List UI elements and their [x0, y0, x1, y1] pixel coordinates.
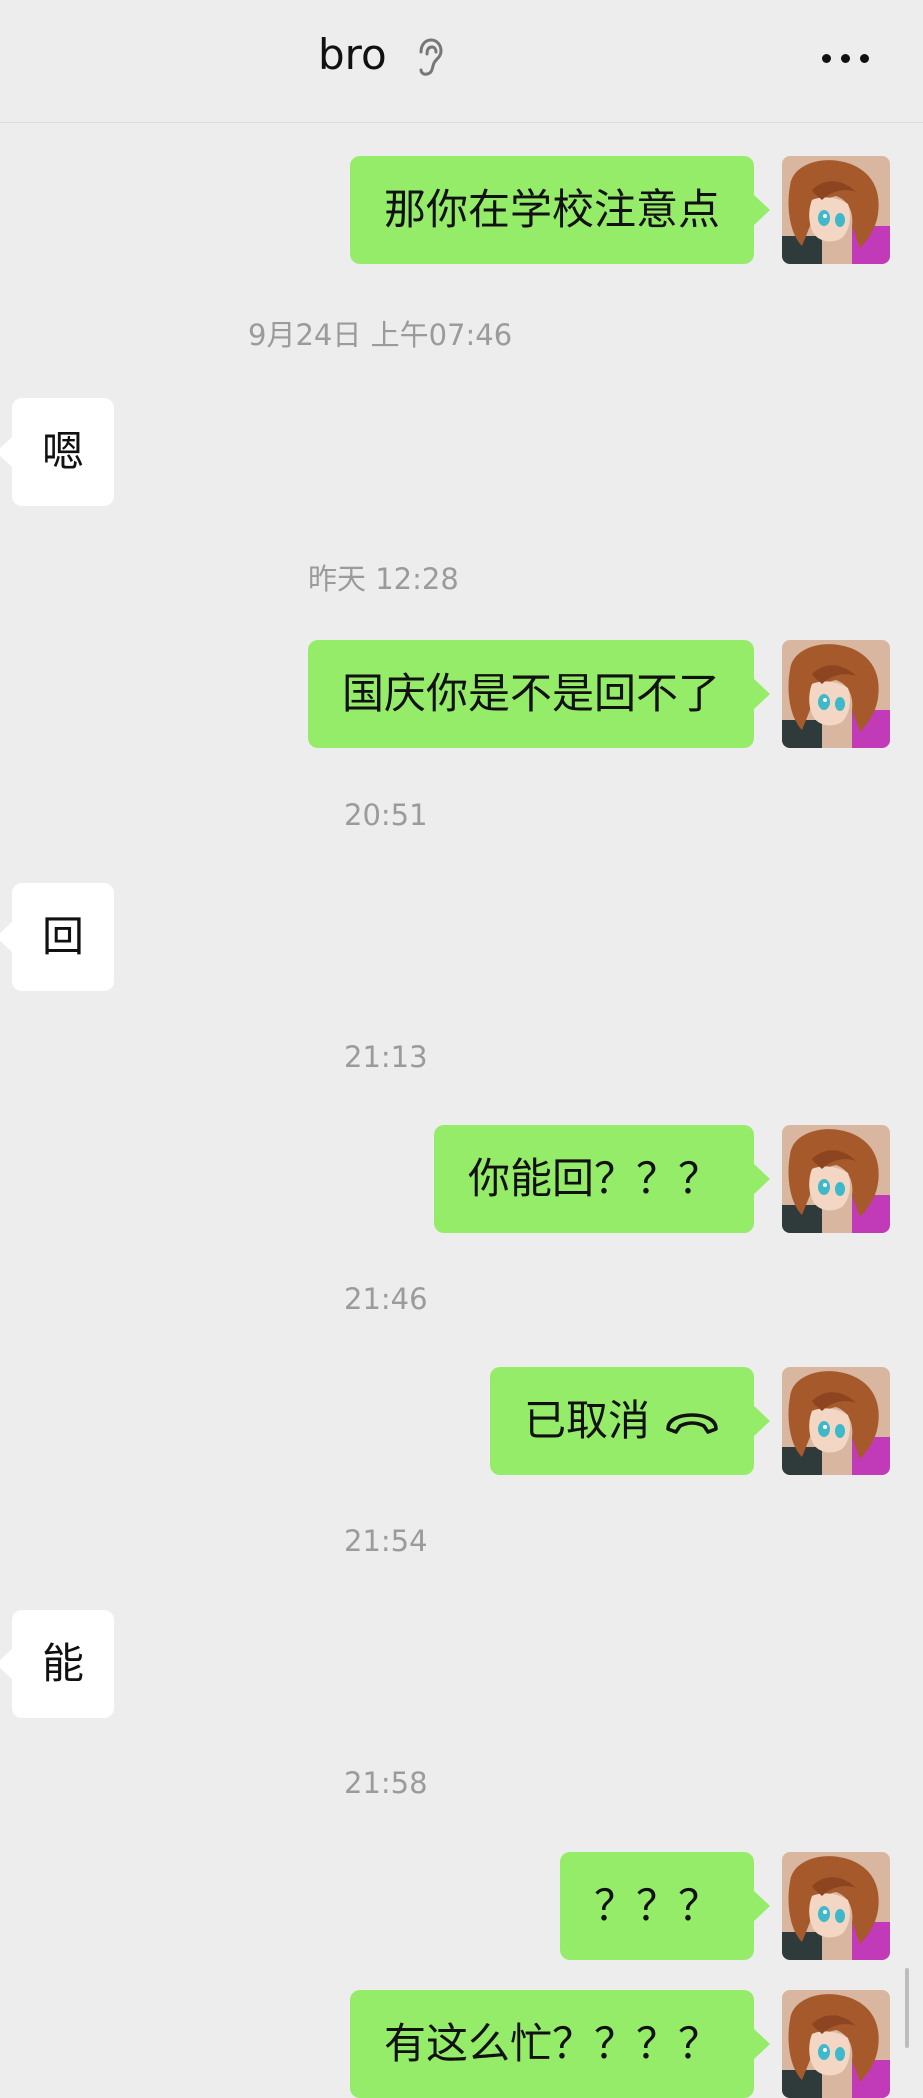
avatar[interactable] [782, 1367, 890, 1475]
outgoing-message[interactable]: 有这么忙？？？？ [349, 1990, 771, 2098]
outgoing-message[interactable]: 你能回？？？ [433, 1125, 771, 1233]
timestamp: 21:54 [344, 1524, 428, 1558]
message-text: 有这么忙？？？？ [383, 2019, 720, 2068]
scrollbar[interactable] [905, 1968, 909, 2048]
timestamp: 21:46 [344, 1282, 428, 1316]
phone-hangup-icon [666, 1412, 718, 1434]
message-text: 回 [42, 912, 85, 961]
ear-icon [419, 38, 443, 76]
timestamp: 9月24日 上午07:46 [248, 318, 513, 352]
incoming-message[interactable]: 回 [0, 883, 115, 991]
chat-title[interactable]: bro [318, 30, 387, 79]
message-text: 你能回？？？ [467, 1154, 720, 1203]
message-text: ？？？ [593, 1881, 720, 1930]
canceled-call-message[interactable]: 已取消 [489, 1367, 771, 1475]
timestamp: 21:58 [344, 1766, 428, 1800]
timestamp: 20:51 [344, 798, 428, 832]
timestamp: 昨天 12:28 [308, 562, 459, 596]
timestamp: 21:13 [344, 1040, 428, 1074]
incoming-message[interactable]: 嗯 [0, 398, 115, 506]
avatar[interactable] [782, 640, 890, 748]
chat-header: bro [0, 0, 923, 123]
outgoing-message[interactable]: 国庆你是不是回不了 [307, 640, 771, 748]
avatar[interactable] [782, 156, 890, 264]
avatar[interactable] [782, 1990, 890, 2098]
outgoing-message[interactable]: 那你在学校注意点 [349, 156, 771, 264]
outgoing-message[interactable]: ？？？ [559, 1852, 771, 1960]
message-text: 那你在学校注意点 [383, 185, 720, 234]
avatar[interactable] [782, 1125, 890, 1233]
message-text: 国庆你是不是回不了 [341, 669, 720, 718]
more-options-icon[interactable] [818, 42, 874, 74]
message-text: 能 [42, 1639, 85, 1688]
message-text: 嗯 [42, 427, 85, 476]
avatar[interactable] [782, 1852, 890, 1960]
message-text: 已取消 [523, 1396, 650, 1445]
incoming-message[interactable]: 能 [0, 1610, 115, 1718]
